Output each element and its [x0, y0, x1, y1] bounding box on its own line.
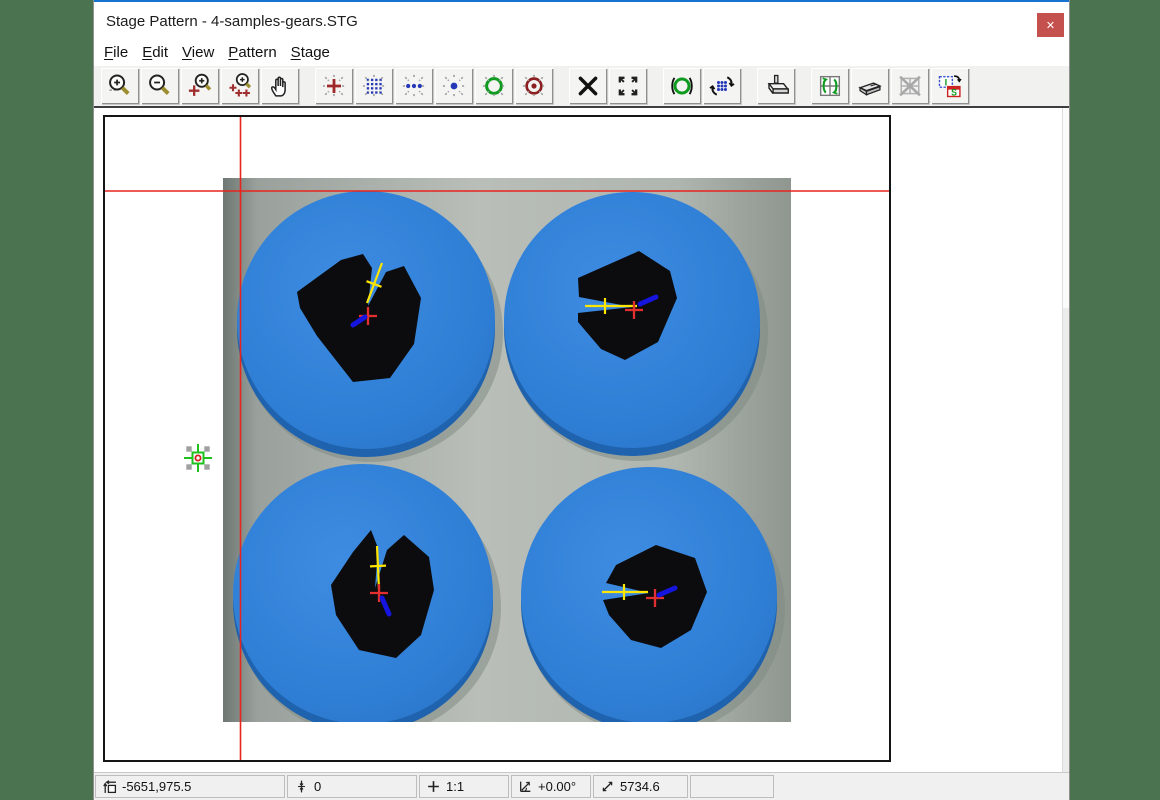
status-stage-angle: +0.00° — [511, 775, 591, 798]
stage-xy-icon — [102, 779, 117, 794]
stage-scene — [94, 108, 1069, 772]
single-point-button[interactable] — [435, 68, 473, 104]
measure-circle-icon — [480, 72, 508, 100]
marker-corner-dot — [204, 446, 209, 451]
rotate-pattern-icon — [708, 72, 736, 100]
status-stage-z: 0 — [287, 775, 417, 798]
marker-corner-dot — [186, 446, 191, 451]
marker-corner-dot — [204, 464, 209, 469]
app-window: Stage Pattern - 4-samples-gears.STG ✕ Fi… — [93, 0, 1070, 800]
pan-icon — [266, 72, 294, 100]
stage-angle-icon — [518, 779, 533, 794]
point-matrix-button[interactable] — [355, 68, 393, 104]
scan-image-button[interactable] — [851, 68, 889, 104]
status-spare — [690, 775, 774, 798]
menu-pattern[interactable]: Pattern — [221, 42, 283, 65]
scan-image-icon — [856, 72, 884, 100]
toggle-image-stage-button[interactable]: IS — [931, 68, 969, 104]
zoom-in-button[interactable] — [101, 68, 139, 104]
zoom-in-icon — [106, 72, 134, 100]
measure-tick-yellow — [370, 566, 386, 567]
toolbar: IS — [94, 66, 1069, 108]
zoom-to-point-button[interactable] — [181, 68, 219, 104]
delete-point-button[interactable] — [569, 68, 607, 104]
status-zoom-ratio: 1:1 — [419, 775, 509, 798]
marker-corner-dot — [186, 464, 191, 469]
menu-view[interactable]: View — [175, 42, 221, 65]
status-stage-z-value: 0 — [314, 779, 321, 794]
status-stage-angle-value: +0.00° — [538, 779, 576, 794]
status-measure-length-value: 5734.6 — [620, 779, 660, 794]
menu-edit[interactable]: Edit — [135, 42, 175, 65]
close-button[interactable]: ✕ — [1037, 13, 1064, 37]
add-point-icon — [320, 72, 348, 100]
measure-circle-button[interactable] — [475, 68, 513, 104]
stage-control-button[interactable] — [757, 68, 795, 104]
svg-text:S: S — [951, 88, 957, 98]
zoom-fit-button[interactable] — [609, 68, 647, 104]
zoom-to-point-icon — [186, 72, 214, 100]
rotate-pattern-button[interactable] — [703, 68, 741, 104]
status-stage-xy-value: -5651,975.5 — [122, 779, 191, 794]
grid-disabled-button — [891, 68, 929, 104]
measure-circle-center-button[interactable] — [515, 68, 553, 104]
point-matrix-icon — [360, 72, 388, 100]
zoom-fit-icon — [614, 72, 642, 100]
status-stage-xy: -5651,975.5 — [95, 775, 285, 798]
single-point-icon — [440, 72, 468, 100]
window-title: Stage Pattern - 4-samples-gears.STG — [106, 13, 358, 30]
add-point-button[interactable] — [315, 68, 353, 104]
zoom-out-icon — [146, 72, 174, 100]
status-zoom-ratio-value: 1:1 — [446, 779, 464, 794]
zoom-out-button[interactable] — [141, 68, 179, 104]
measure-circle-center-icon — [520, 72, 548, 100]
grid-disabled-icon — [896, 72, 924, 100]
zoom-to-points-button[interactable] — [221, 68, 259, 104]
canvas-area[interactable] — [94, 108, 1069, 772]
pattern-circle-button[interactable] — [663, 68, 701, 104]
measure-length-icon — [600, 779, 615, 794]
point-row-icon — [400, 72, 428, 100]
stage-position-marker — [184, 444, 212, 472]
pan-button[interactable] — [261, 68, 299, 104]
pattern-circle-icon — [668, 72, 696, 100]
stage-z-icon — [294, 779, 309, 794]
close-icon: ✕ — [1046, 19, 1055, 32]
svg-text:I: I — [945, 77, 948, 87]
status-measure-length: 5734.6 — [593, 775, 688, 798]
menu-file[interactable]: File — [97, 42, 135, 65]
stage-control-icon — [762, 72, 790, 100]
zoom-ratio-icon — [426, 779, 441, 794]
swap-quadrants-button[interactable] — [811, 68, 849, 104]
point-row-button[interactable] — [395, 68, 433, 104]
status-bar: -5651,975.5 0 1:1 +0.00° 5734.6 — [94, 772, 1069, 800]
title-bar[interactable]: Stage Pattern - 4-samples-gears.STG ✕ — [94, 0, 1069, 40]
menu-stage[interactable]: Stage — [284, 42, 337, 65]
marker-center-red — [195, 455, 200, 460]
swap-quadrants-icon — [816, 72, 844, 100]
toggle-image-stage-icon: IS — [936, 72, 964, 100]
delete-point-icon — [574, 72, 602, 100]
sample-photo — [223, 178, 791, 737]
zoom-to-points-icon — [226, 72, 254, 100]
canvas-right-strip — [1062, 108, 1069, 772]
desktop-background: Stage Pattern - 4-samples-gears.STG ✕ Fi… — [0, 0, 1160, 800]
menu-bar: FileEditViewPatternStage — [94, 40, 1069, 66]
